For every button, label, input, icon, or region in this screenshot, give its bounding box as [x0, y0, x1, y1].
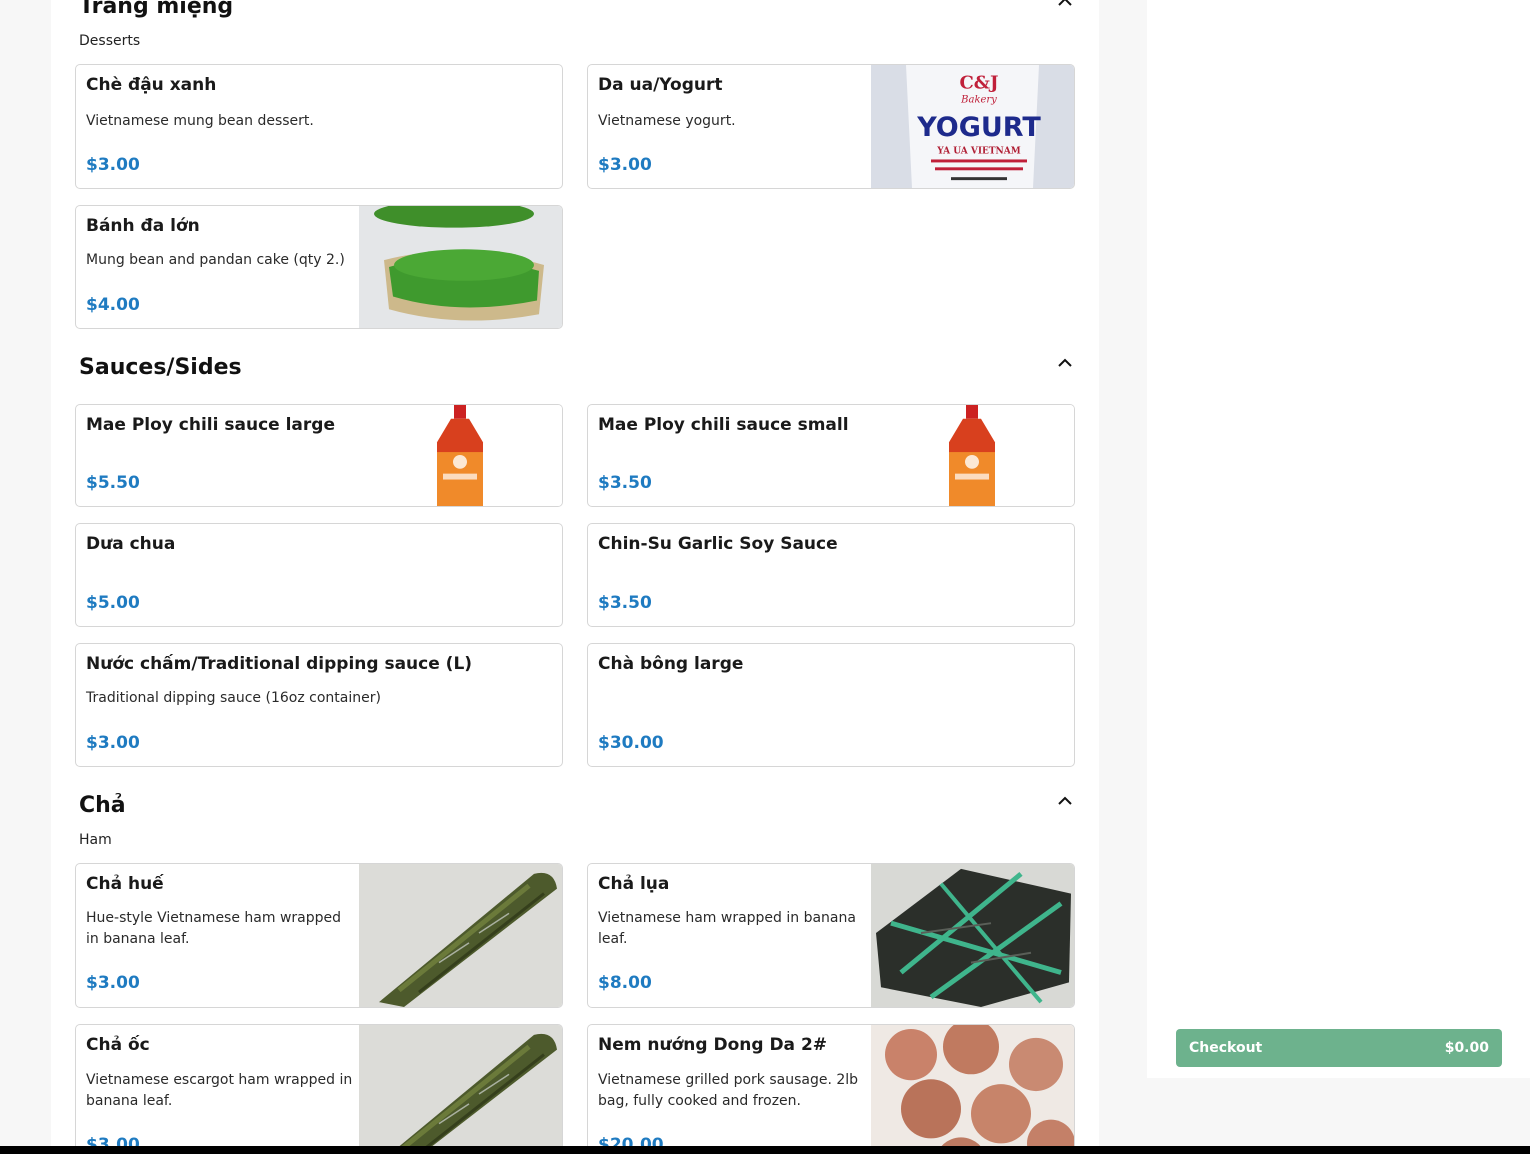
item-price: $3.00 — [86, 733, 140, 753]
item-price: $3.00 — [86, 973, 140, 993]
banana-leaf-ham-photo — [359, 864, 562, 1007]
item-name: Mae Ploy chili sauce large — [86, 415, 335, 435]
menu-item-card[interactable]: Chè đậu xanh Vietnamese mung bean desser… — [75, 64, 563, 189]
cart-sidebar: Checkout $0.00 — [1147, 0, 1530, 1078]
item-name: Chin-Su Garlic Soy Sauce — [598, 534, 838, 554]
item-price: $8.00 — [598, 973, 652, 993]
menu-panel: Tráng miệng Desserts Chè đậu xanh Vietna… — [51, 0, 1099, 1146]
menu-item-card[interactable]: Bánh đa lớn Mung bean and pandan cake (q… — [75, 205, 563, 329]
menu-item-card[interactable]: Chả ốc Vietnamese escargot ham wrapped i… — [75, 1024, 563, 1146]
svg-text:YOGURT: YOGURT — [916, 112, 1041, 143]
menu-item-card[interactable]: Mae Ploy chili sauce large $5.50 — [75, 404, 563, 507]
section-title-desserts: Tráng miệng — [79, 0, 234, 19]
svg-text:YA UA VIETNAM: YA UA VIETNAM — [936, 147, 1021, 157]
item-name: Chà bông large — [598, 654, 744, 674]
menu-item-card[interactable]: Nem nướng Dong Da 2# Vietnamese grilled … — [587, 1024, 1075, 1146]
chevron-up-icon[interactable] — [1056, 354, 1074, 372]
item-price: $3.50 — [598, 593, 652, 613]
item-name: Chả lụa — [598, 874, 670, 894]
chevron-up-icon[interactable] — [1056, 0, 1074, 11]
banana-leaf-ham-photo — [359, 1025, 562, 1146]
menu-item-card[interactable]: Chin-Su Garlic Soy Sauce $3.50 — [587, 523, 1075, 627]
item-name: Dưa chua — [86, 534, 176, 554]
item-price: $5.50 — [86, 473, 140, 493]
item-description: Vietnamese escargot ham wrapped in banan… — [86, 1072, 353, 1109]
section-subtitle-ham: Ham — [79, 832, 112, 848]
item-price: $3.00 — [86, 1135, 140, 1146]
item-description: Vietnamese yogurt. — [598, 113, 736, 129]
menu-item-card[interactable]: Chả huế Hue-style Vietnamese ham wrapped… — [75, 863, 563, 1008]
section-title-ham: Chả — [79, 793, 126, 818]
item-name: Nem nướng Dong Da 2# — [598, 1035, 828, 1055]
menu-item-card[interactable]: Dưa chua $5.00 — [75, 523, 563, 627]
chili-sauce-bottle-photo — [871, 405, 1074, 506]
item-price: $3.50 — [598, 473, 652, 493]
item-description: Mung bean and pandan cake (qty 2.) — [86, 252, 345, 268]
item-description: Traditional dipping sauce (16oz containe… — [86, 690, 381, 706]
checkout-button[interactable]: Checkout $0.00 — [1176, 1029, 1502, 1067]
item-price: $3.00 — [598, 155, 652, 175]
item-name: Chè đậu xanh — [86, 75, 217, 95]
item-price: $4.00 — [86, 295, 140, 315]
svg-text:C&J: C&J — [959, 73, 998, 94]
item-name: Mae Ploy chili sauce small — [598, 415, 849, 435]
menu-item-card[interactable]: Chà bông large $30.00 — [587, 643, 1075, 767]
item-price: $5.00 — [86, 593, 140, 613]
bottom-bar — [0, 1146, 1530, 1154]
menu-item-card[interactable]: Da ua/Yogurt Vietnamese yogurt. $3.00 C&… — [587, 64, 1075, 189]
yogurt-cup-photo: C&J Bakery YOGURT YA UA VIETNAM — [871, 65, 1074, 188]
item-price: $3.00 — [86, 155, 140, 175]
item-name: Chả ốc — [86, 1035, 150, 1055]
wrapped-ham-photo — [871, 864, 1074, 1007]
menu-item-card[interactable]: Nước chấm/Traditional dipping sauce (L) … — [75, 643, 563, 767]
item-description: Hue-style Vietnamese ham wrapped in bana… — [86, 910, 342, 947]
svg-text:Bakery: Bakery — [960, 94, 997, 105]
chili-sauce-bottle-photo — [359, 405, 562, 506]
item-description: Vietnamese ham wrapped in banana leaf. — [598, 910, 856, 947]
item-price: $20.00 — [598, 1135, 664, 1146]
checkout-label: Checkout — [1189, 1040, 1263, 1056]
section-title-sauces: Sauces/Sides — [79, 355, 242, 380]
item-description: Vietnamese mung bean dessert. — [86, 113, 314, 129]
item-name: Da ua/Yogurt — [598, 75, 723, 95]
item-name: Nước chấm/Traditional dipping sauce (L) — [86, 654, 473, 674]
section-subtitle-desserts: Desserts — [79, 33, 141, 49]
pandan-cake-photo — [359, 206, 562, 328]
pork-sausage-photo — [871, 1025, 1074, 1146]
item-description: Vietnamese grilled pork sausage. 2lb bag… — [598, 1072, 859, 1109]
menu-item-card[interactable]: Mae Ploy chili sauce small $3.50 — [587, 404, 1075, 507]
item-name: Bánh đa lớn — [86, 216, 200, 236]
item-name: Chả huế — [86, 874, 164, 894]
chevron-up-icon[interactable] — [1056, 792, 1074, 810]
menu-item-card[interactable]: Chả lụa Vietnamese ham wrapped in banana… — [587, 863, 1075, 1008]
item-price: $30.00 — [598, 733, 664, 753]
checkout-total: $0.00 — [1444, 1040, 1489, 1056]
